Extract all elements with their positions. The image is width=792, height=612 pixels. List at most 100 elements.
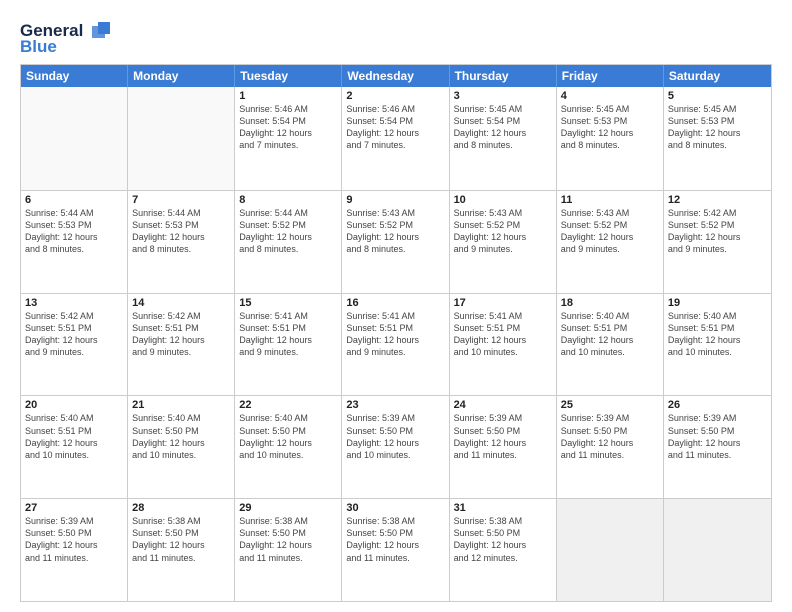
day-info: Sunrise: 5:43 AM Sunset: 5:52 PM Dayligh… [346,207,444,256]
calendar-cell: 17Sunrise: 5:41 AM Sunset: 5:51 PM Dayli… [450,294,557,396]
day-number: 9 [346,194,444,206]
day-number: 24 [454,399,552,411]
day-info: Sunrise: 5:40 AM Sunset: 5:51 PM Dayligh… [561,310,659,359]
day-number: 15 [239,297,337,309]
day-number: 11 [561,194,659,206]
header-day-saturday: Saturday [664,65,771,87]
calendar-cell: 9Sunrise: 5:43 AM Sunset: 5:52 PM Daylig… [342,191,449,293]
day-number: 16 [346,297,444,309]
day-number: 8 [239,194,337,206]
calendar-cell [128,87,235,190]
calendar-cell: 18Sunrise: 5:40 AM Sunset: 5:51 PM Dayli… [557,294,664,396]
day-number: 12 [668,194,767,206]
calendar-cell: 6Sunrise: 5:44 AM Sunset: 5:53 PM Daylig… [21,191,128,293]
svg-text:Blue: Blue [20,37,57,56]
calendar-cell: 13Sunrise: 5:42 AM Sunset: 5:51 PM Dayli… [21,294,128,396]
calendar: SundayMondayTuesdayWednesdayThursdayFrid… [20,64,772,602]
day-info: Sunrise: 5:38 AM Sunset: 5:50 PM Dayligh… [132,515,230,564]
calendar-cell: 21Sunrise: 5:40 AM Sunset: 5:50 PM Dayli… [128,396,235,498]
day-info: Sunrise: 5:41 AM Sunset: 5:51 PM Dayligh… [346,310,444,359]
day-info: Sunrise: 5:38 AM Sunset: 5:50 PM Dayligh… [346,515,444,564]
calendar-cell: 3Sunrise: 5:45 AM Sunset: 5:54 PM Daylig… [450,87,557,190]
logo-svg: General Blue [20,18,110,58]
calendar-cell: 15Sunrise: 5:41 AM Sunset: 5:51 PM Dayli… [235,294,342,396]
day-info: Sunrise: 5:41 AM Sunset: 5:51 PM Dayligh… [454,310,552,359]
day-number: 21 [132,399,230,411]
day-info: Sunrise: 5:38 AM Sunset: 5:50 PM Dayligh… [239,515,337,564]
calendar-cell: 2Sunrise: 5:46 AM Sunset: 5:54 PM Daylig… [342,87,449,190]
day-number: 28 [132,502,230,514]
day-info: Sunrise: 5:43 AM Sunset: 5:52 PM Dayligh… [454,207,552,256]
calendar-cell: 1Sunrise: 5:46 AM Sunset: 5:54 PM Daylig… [235,87,342,190]
header-day-friday: Friday [557,65,664,87]
calendar-cell: 29Sunrise: 5:38 AM Sunset: 5:50 PM Dayli… [235,499,342,601]
calendar-cell: 20Sunrise: 5:40 AM Sunset: 5:51 PM Dayli… [21,396,128,498]
day-number: 25 [561,399,659,411]
day-info: Sunrise: 5:44 AM Sunset: 5:52 PM Dayligh… [239,207,337,256]
day-number: 2 [346,90,444,102]
day-info: Sunrise: 5:40 AM Sunset: 5:50 PM Dayligh… [239,412,337,461]
header-day-monday: Monday [128,65,235,87]
day-info: Sunrise: 5:45 AM Sunset: 5:53 PM Dayligh… [561,103,659,152]
calendar-week-4: 20Sunrise: 5:40 AM Sunset: 5:51 PM Dayli… [21,395,771,498]
day-number: 5 [668,90,767,102]
calendar-cell: 5Sunrise: 5:45 AM Sunset: 5:53 PM Daylig… [664,87,771,190]
header-day-thursday: Thursday [450,65,557,87]
calendar-cell: 23Sunrise: 5:39 AM Sunset: 5:50 PM Dayli… [342,396,449,498]
header: General Blue [20,18,772,58]
day-info: Sunrise: 5:43 AM Sunset: 5:52 PM Dayligh… [561,207,659,256]
day-info: Sunrise: 5:40 AM Sunset: 5:51 PM Dayligh… [25,412,123,461]
calendar-cell: 30Sunrise: 5:38 AM Sunset: 5:50 PM Dayli… [342,499,449,601]
calendar-body: 1 Sunrise: 5:46 AM Sunset: 5:54 PM Daylig… [21,87,771,601]
page: General Blue SundayMondayTuesdayWednesda… [0,0,792,612]
day-number: 23 [346,399,444,411]
calendar-cell: 12Sunrise: 5:42 AM Sunset: 5:52 PM Dayli… [664,191,771,293]
day-number: 29 [239,502,337,514]
day-number: 18 [561,297,659,309]
calendar-cell [664,499,771,601]
day-info: Sunrise: 5:39 AM Sunset: 5:50 PM Dayligh… [454,412,552,461]
day-number: 7 [132,194,230,206]
calendar-cell: 10Sunrise: 5:43 AM Sunset: 5:52 PM Dayli… [450,191,557,293]
day-info: Sunrise: 5:39 AM Sunset: 5:50 PM Dayligh… [561,412,659,461]
day-number: 22 [239,399,337,411]
logo: General Blue [20,18,110,58]
calendar-cell [21,87,128,190]
day-number: 14 [132,297,230,309]
calendar-cell: 22Sunrise: 5:40 AM Sunset: 5:50 PM Dayli… [235,396,342,498]
calendar-cell: 19Sunrise: 5:40 AM Sunset: 5:51 PM Dayli… [664,294,771,396]
day-number: 19 [668,297,767,309]
calendar-week-1: 1 Sunrise: 5:46 AM Sunset: 5:54 PM Daylig… [21,87,771,190]
day-info: Sunrise: 5:45 AM Sunset: 5:53 PM Dayligh… [668,103,767,152]
day-number: 26 [668,399,767,411]
header-day-wednesday: Wednesday [342,65,449,87]
day-info: Sunrise: 5:42 AM Sunset: 5:52 PM Dayligh… [668,207,767,256]
day-number: 4 [561,90,659,102]
day-number: 1 [239,90,337,102]
day-info: Sunrise: 5:45 AM Sunset: 5:54 PM Dayligh… [454,103,552,152]
day-number: 20 [25,399,123,411]
calendar-cell: 31Sunrise: 5:38 AM Sunset: 5:50 PM Dayli… [450,499,557,601]
day-info: Sunrise: 5:41 AM Sunset: 5:51 PM Dayligh… [239,310,337,359]
day-number: 10 [454,194,552,206]
day-info: Sunrise: 5:44 AM Sunset: 5:53 PM Dayligh… [132,207,230,256]
calendar-cell: 24Sunrise: 5:39 AM Sunset: 5:50 PM Dayli… [450,396,557,498]
calendar-cell: 27Sunrise: 5:39 AM Sunset: 5:50 PM Dayli… [21,499,128,601]
calendar-week-3: 13Sunrise: 5:42 AM Sunset: 5:51 PM Dayli… [21,293,771,396]
header-day-sunday: Sunday [21,65,128,87]
day-number: 30 [346,502,444,514]
day-number: 27 [25,502,123,514]
header-day-tuesday: Tuesday [235,65,342,87]
calendar-cell: 14Sunrise: 5:42 AM Sunset: 5:51 PM Dayli… [128,294,235,396]
day-info: Sunrise: 5:40 AM Sunset: 5:50 PM Dayligh… [132,412,230,461]
day-info: Sunrise: 5:39 AM Sunset: 5:50 PM Dayligh… [346,412,444,461]
day-info: Sunrise: 5:46 AM Sunset: 5:54 PM Dayligh… [346,103,444,152]
calendar-cell: 26Sunrise: 5:39 AM Sunset: 5:50 PM Dayli… [664,396,771,498]
day-info: Sunrise: 5:44 AM Sunset: 5:53 PM Dayligh… [25,207,123,256]
calendar-week-5: 27Sunrise: 5:39 AM Sunset: 5:50 PM Dayli… [21,498,771,601]
calendar-cell: 28Sunrise: 5:38 AM Sunset: 5:50 PM Dayli… [128,499,235,601]
day-number: 31 [454,502,552,514]
calendar-cell: 11Sunrise: 5:43 AM Sunset: 5:52 PM Dayli… [557,191,664,293]
calendar-cell: 4Sunrise: 5:45 AM Sunset: 5:53 PM Daylig… [557,87,664,190]
calendar-cell: 7Sunrise: 5:44 AM Sunset: 5:53 PM Daylig… [128,191,235,293]
